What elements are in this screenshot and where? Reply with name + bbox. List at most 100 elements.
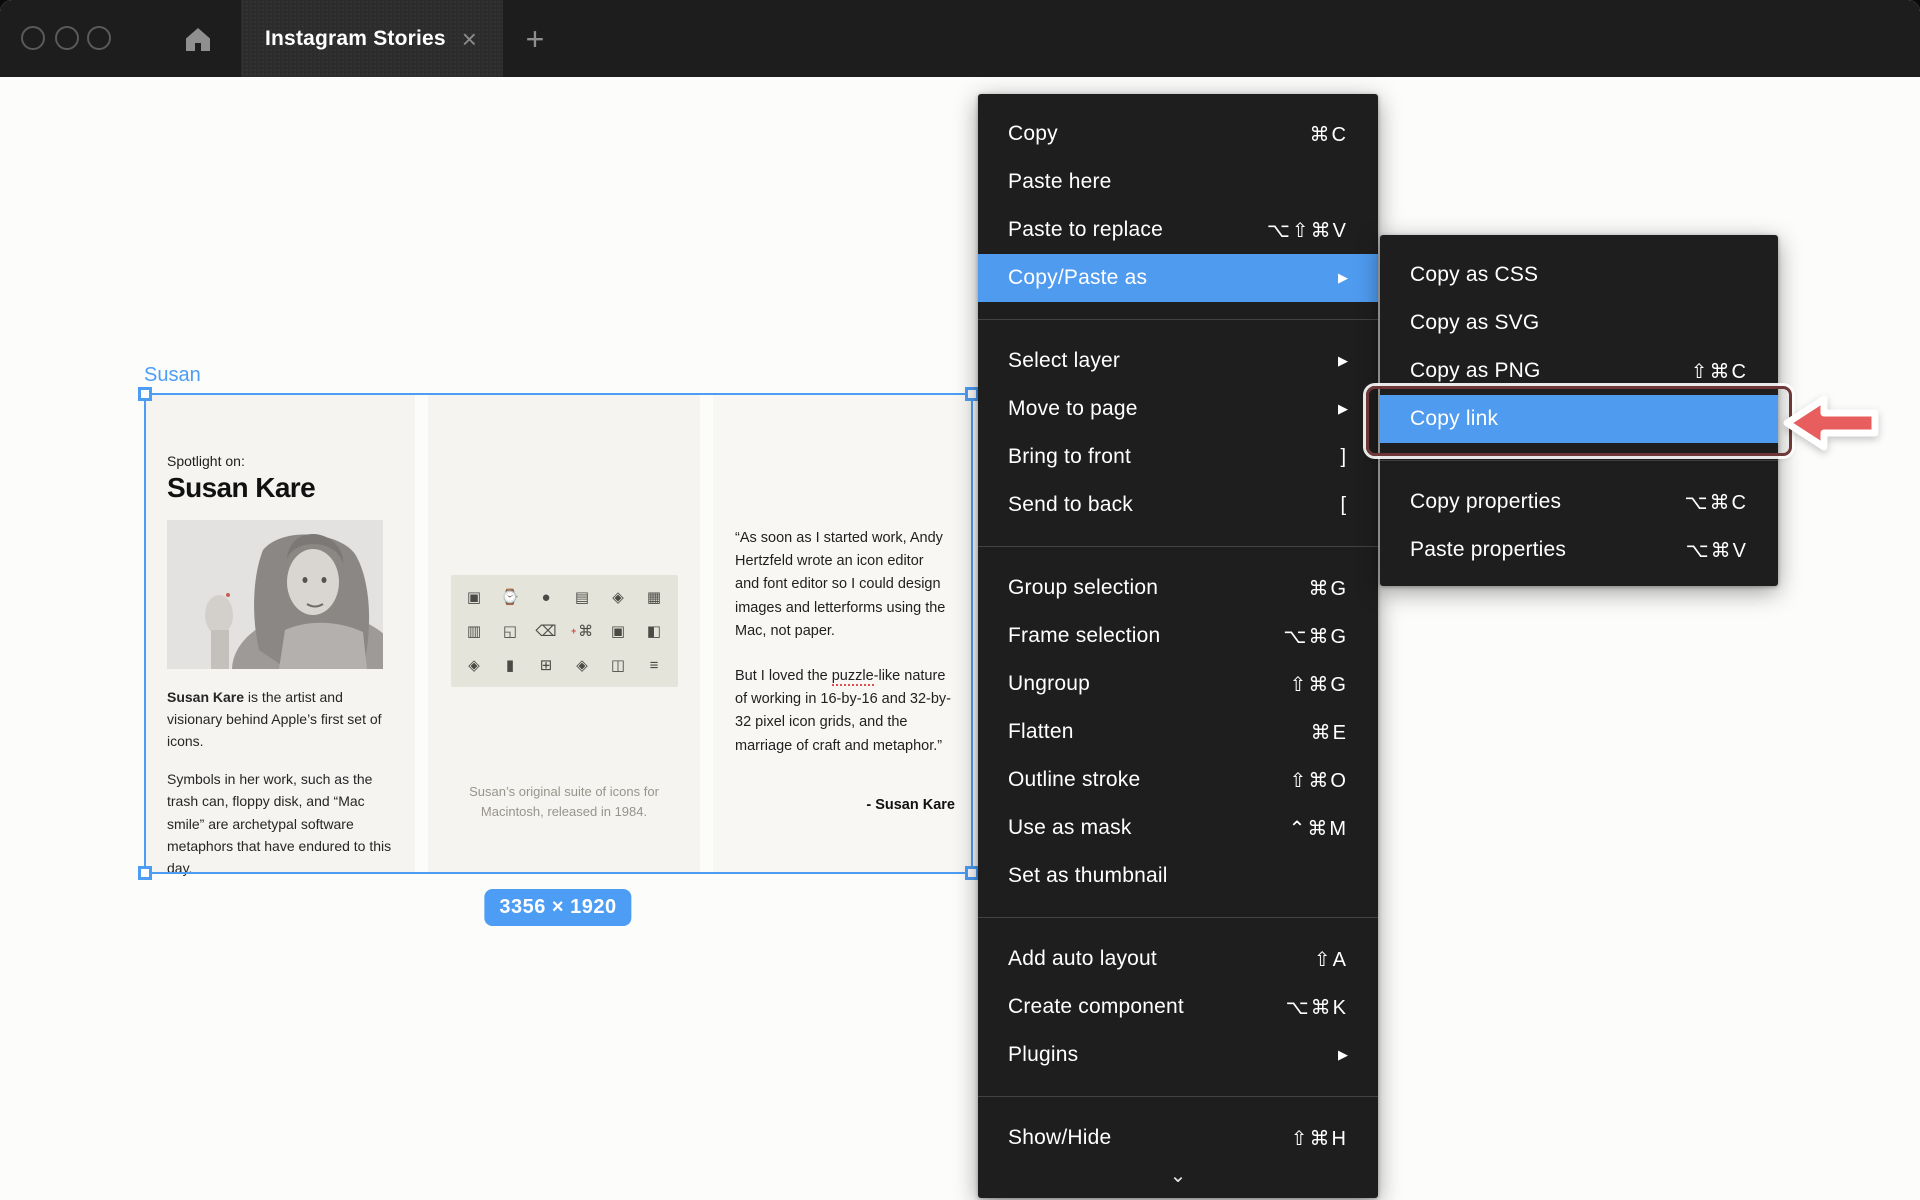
menu-item-shortcut: ⌘C bbox=[1310, 122, 1348, 147]
menu-item-paste-here[interactable]: Paste here bbox=[978, 158, 1378, 206]
susan-kare-photo bbox=[167, 520, 383, 669]
copy-windows-icon: ⊞ bbox=[536, 655, 556, 675]
quote-misspelled-word: puzzle bbox=[832, 668, 874, 686]
menu-item-label: Plugins bbox=[1008, 1043, 1078, 1067]
menu-item-label: Copy properties bbox=[1410, 490, 1561, 514]
menu-item-label: Outline stroke bbox=[1008, 768, 1140, 792]
menu-divider bbox=[978, 319, 1378, 320]
menu-item-paste-to-replace[interactable]: Paste to replace ⌥⇧⌘V bbox=[978, 206, 1378, 254]
menu-item-label: Paste to replace bbox=[1008, 218, 1163, 242]
menu-item-shortcut: ] bbox=[1340, 446, 1348, 469]
menu-item-send-to-back[interactable]: Send to back[ bbox=[978, 481, 1378, 529]
menu-item-add-auto-layout[interactable]: Add auto layout⇧A bbox=[978, 935, 1378, 983]
menu-item-label: Paste here bbox=[1008, 170, 1112, 194]
menu-item-label: Create component bbox=[1008, 995, 1184, 1019]
menu-divider bbox=[978, 917, 1378, 918]
frame-label-susan[interactable]: Susan bbox=[144, 364, 201, 387]
submenu-arrow-icon: ▶ bbox=[1338, 401, 1348, 417]
new-tab-button[interactable]: + bbox=[518, 22, 552, 56]
submenu-arrow-icon: ▶ bbox=[1338, 353, 1348, 369]
send-diamond-icon-2: ◈ bbox=[572, 655, 592, 675]
bio-bold-name: Susan Kare bbox=[167, 689, 244, 705]
layers-icon: ≡ bbox=[644, 655, 664, 675]
caption-line-1: Susan’s original suite of icons for bbox=[428, 782, 700, 802]
trash-can-icon: ⌫ bbox=[536, 621, 556, 641]
toolbox-icon: ▤ bbox=[572, 587, 592, 607]
window-control-1[interactable] bbox=[21, 26, 45, 50]
command-key-icon: +⌘ bbox=[572, 621, 592, 641]
disk-eject-icon: ◈ bbox=[608, 587, 628, 607]
menu-item-shortcut: ⌥⌘V bbox=[1686, 538, 1748, 563]
menu-item-label: Frame selection bbox=[1008, 624, 1160, 648]
watch-icon: ⌚ bbox=[500, 587, 520, 607]
menu-item-copy-as-svg[interactable]: Copy as SVG bbox=[1380, 299, 1778, 347]
window-control-3[interactable] bbox=[87, 26, 111, 50]
menu-item-shortcut: ⌃⌘M bbox=[1289, 816, 1348, 841]
menu-item-group-selection[interactable]: Group selection ⌘G bbox=[978, 564, 1378, 612]
menu-item-set-as-thumbnail[interactable]: Set as thumbnail bbox=[978, 852, 1378, 900]
menu-divider bbox=[978, 546, 1378, 547]
menu-item-show-hide[interactable]: Show/Hide⇧⌘H bbox=[978, 1114, 1378, 1162]
menu-item-create-component[interactable]: Create component ⌥⌘K bbox=[978, 983, 1378, 1031]
bio-paragraph-2: Symbols in her work, such as the trash c… bbox=[167, 768, 392, 879]
menu-item-label: Paste properties bbox=[1410, 538, 1566, 562]
menu-item-label: Flatten bbox=[1008, 720, 1074, 744]
story-panel-spotlight[interactable]: Spotlight on: Susan Kare bbox=[144, 393, 415, 874]
story-panel-quote[interactable]: “As soon as I started work, Andy Hertzfe… bbox=[713, 393, 973, 874]
dark-book-icon: ◧ bbox=[644, 621, 664, 641]
story-panel-icons[interactable]: ▣⌚●▤◈▦▥◱⌫+⌘▣◧◈▮⊞◈◫≡ Susan’s original sui… bbox=[428, 393, 700, 874]
menu-item-frame-selection[interactable]: Frame selection⌥⌘G bbox=[978, 612, 1378, 660]
menu-item-copy-link[interactable]: Copy link bbox=[1380, 395, 1778, 443]
quote-paragraph-1: “As soon as I started work, Andy Hertzfe… bbox=[735, 527, 951, 643]
menu-item-plugins[interactable]: Plugins ▶ bbox=[978, 1031, 1378, 1079]
menu-item-shortcut: ⌥⇧⌘V bbox=[1267, 218, 1348, 243]
menu-item-use-as-mask[interactable]: Use as mask ⌃⌘M bbox=[978, 804, 1378, 852]
menu-item-copy[interactable]: Copy ⌘C bbox=[978, 110, 1378, 158]
tab-close-icon[interactable]: × bbox=[462, 26, 477, 52]
dark-page-icon: ▮ bbox=[500, 655, 520, 675]
menu-item-copy-paste-as[interactable]: Copy/Paste as▶ bbox=[978, 254, 1378, 302]
context-menu: Copy ⌘C Paste here Paste to replace ⌥⇧⌘V Copy… bbox=[978, 94, 1378, 1198]
menu-item-bring-to-front[interactable]: Bring to front] bbox=[978, 433, 1378, 481]
bio-paragraph-1: Susan Kare is the artist and visionary b… bbox=[167, 686, 392, 752]
top-bar: Instagram Stories × + bbox=[0, 0, 1920, 77]
menu-item-label: Move to page bbox=[1008, 397, 1138, 421]
mac-icon-grid: ▣⌚●▤◈▦▥◱⌫+⌘▣◧◈▮⊞◈◫≡ bbox=[451, 575, 678, 687]
home-icon bbox=[184, 25, 212, 53]
spotlight-eyebrow: Spotlight on: bbox=[167, 453, 392, 469]
menu-item-select-layer[interactable]: Select layer▶ bbox=[978, 337, 1378, 385]
menu-item-label: Copy bbox=[1008, 122, 1058, 146]
frame-size-badge: 3356 × 1920 bbox=[484, 889, 631, 926]
menu-item-copy-as-css[interactable]: Copy as CSS bbox=[1380, 251, 1778, 299]
folder-return-icon: ◱ bbox=[500, 621, 520, 641]
menu-item-label: Group selection bbox=[1008, 576, 1158, 600]
caption-line-2: Macintosh, released in 1984. bbox=[428, 802, 700, 822]
quote-pre: But I loved the bbox=[735, 668, 832, 684]
mac-small-icon: ▣ bbox=[608, 621, 628, 641]
menu-item-label: Show/Hide bbox=[1008, 1126, 1111, 1150]
submenu-arrow-icon: ▶ bbox=[1338, 270, 1348, 286]
menu-item-copy-properties[interactable]: Copy properties⌥⌘C bbox=[1380, 478, 1778, 526]
menu-item-paste-properties[interactable]: Paste properties ⌥⌘V bbox=[1380, 526, 1778, 574]
scroll-more-chevron-icon[interactable]: ⌄ bbox=[978, 1164, 1378, 1186]
menu-item-label: Use as mask bbox=[1008, 816, 1132, 840]
menu-item-label: Ungroup bbox=[1008, 672, 1090, 696]
home-button[interactable] bbox=[181, 22, 215, 56]
plus-icon: + bbox=[526, 21, 545, 58]
tab-instagram-stories[interactable]: Instagram Stories × bbox=[241, 0, 503, 77]
menu-item-ungroup[interactable]: Ungroup⇧⌘G bbox=[978, 660, 1378, 708]
menu-item-shortcut: ⌘G bbox=[1308, 576, 1348, 601]
submenu-arrow-icon: ▶ bbox=[1338, 1047, 1348, 1063]
menu-item-outline-stroke[interactable]: Outline stroke⇧⌘O bbox=[978, 756, 1378, 804]
menu-item-flatten[interactable]: Flatten ⌘E bbox=[978, 708, 1378, 756]
window-control-2[interactable] bbox=[55, 26, 79, 50]
menu-item-copy-as-png[interactable]: Copy as PNG⇧⌘C bbox=[1380, 347, 1778, 395]
icon-grid-caption: Susan’s original suite of icons for Maci… bbox=[428, 782, 700, 822]
menu-item-shortcut: ⌘E bbox=[1311, 720, 1348, 745]
mac-classic-icon: ▣ bbox=[464, 587, 484, 607]
menu-item-shortcut: ⌥⌘K bbox=[1286, 995, 1348, 1020]
document-icon: ▥ bbox=[464, 621, 484, 641]
annotation-arrow-icon bbox=[1782, 390, 1882, 456]
menu-item-move-to-page[interactable]: Move to page ▶ bbox=[978, 385, 1378, 433]
paint-page-icon: ◫ bbox=[608, 655, 628, 675]
